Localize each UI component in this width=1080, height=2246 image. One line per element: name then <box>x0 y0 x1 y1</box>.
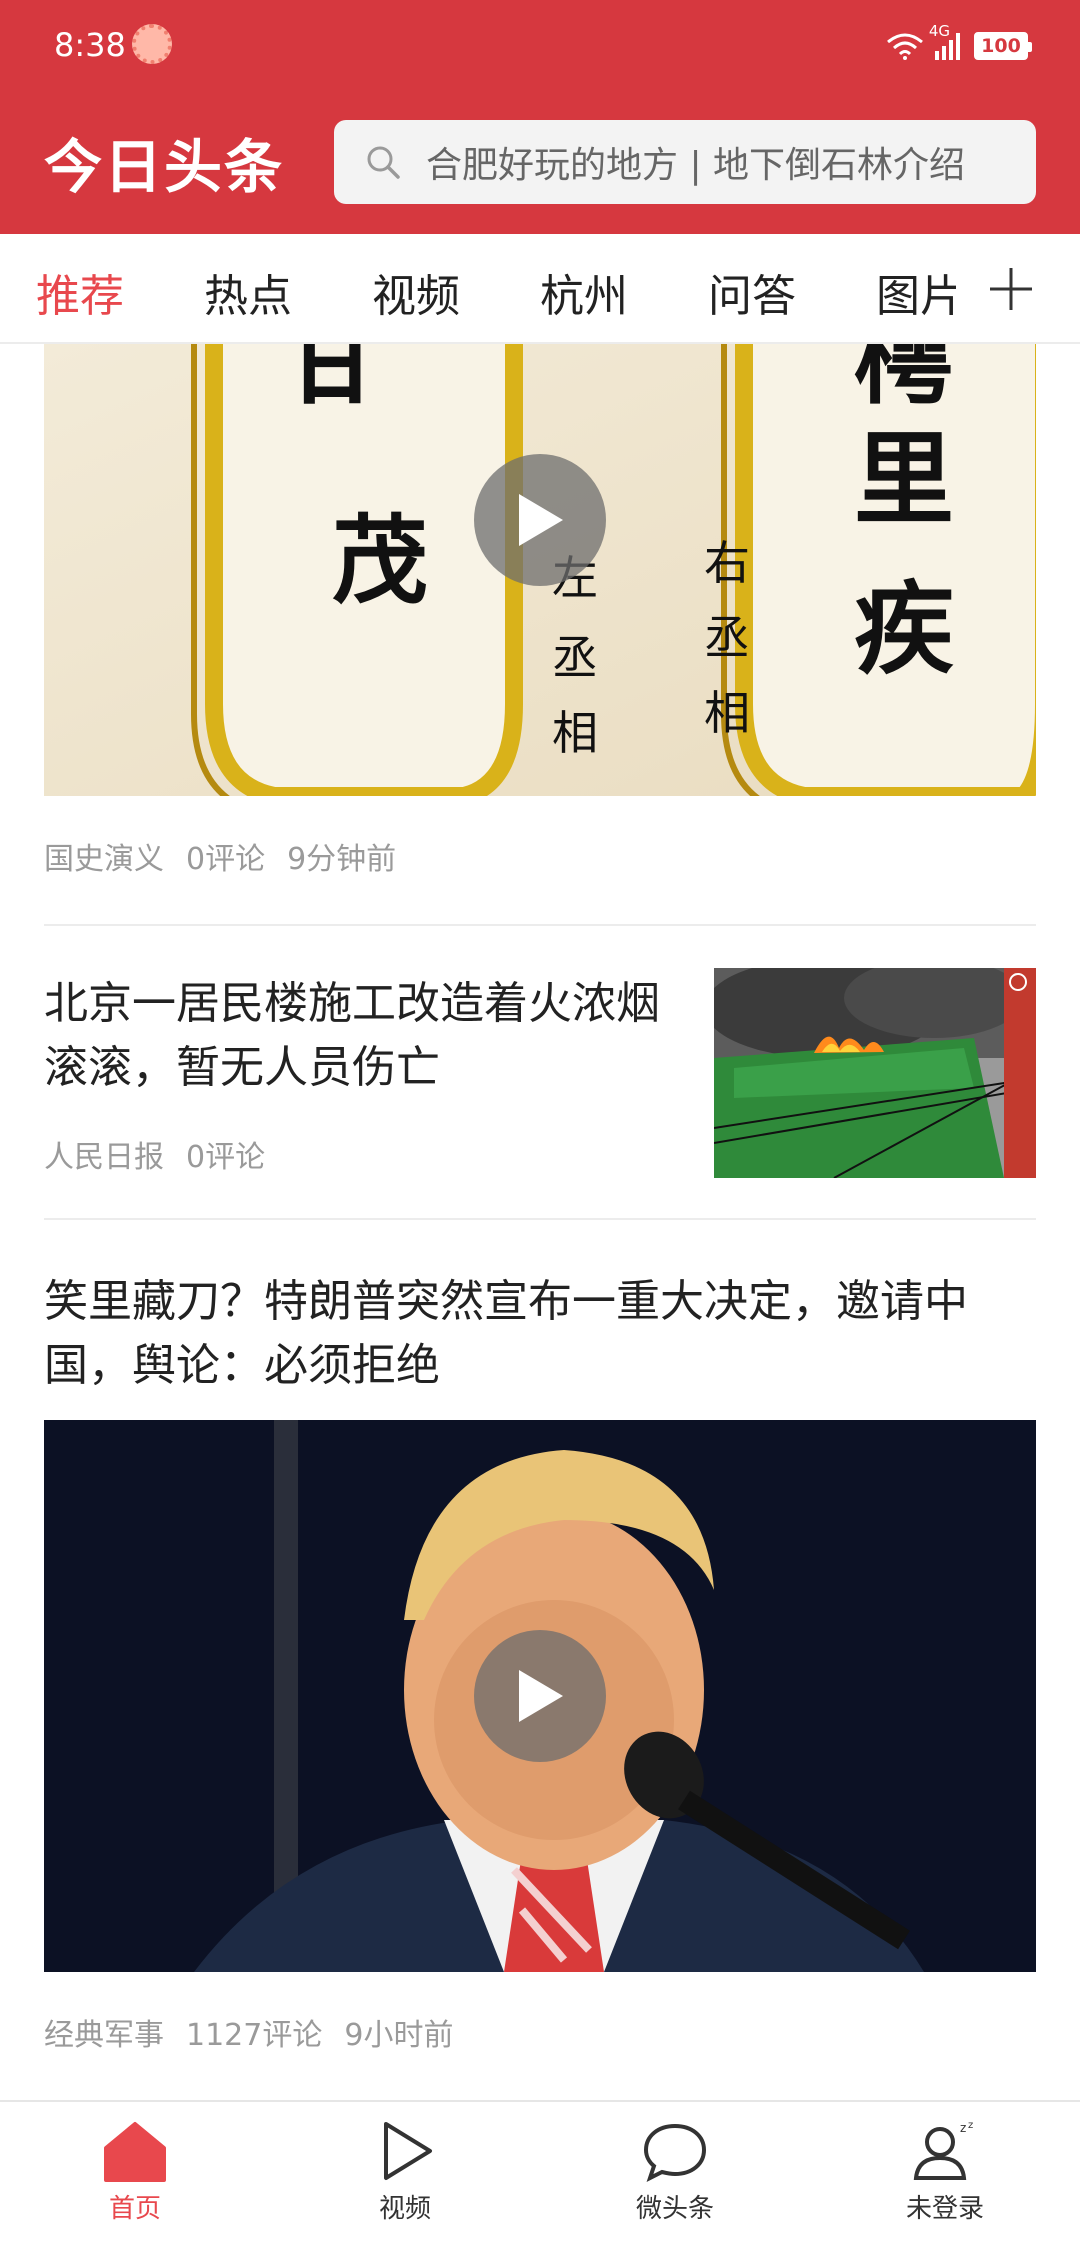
nav-video[interactable]: 视频 <box>335 2116 475 2244</box>
signal-icon <box>935 33 960 60</box>
video-thumbnail-trump[interactable] <box>44 1420 1036 1972</box>
chat-bubble-icon <box>643 2123 707 2182</box>
item2-comments: 0评论 <box>186 1140 266 1175</box>
item1-comments: 0评论 <box>186 842 266 877</box>
tab-video[interactable]: 视频 <box>372 260 460 324</box>
plaque-char: 樗 <box>854 344 954 418</box>
battery-icon: 100 <box>974 32 1032 60</box>
plaque-char: 里 <box>854 420 954 538</box>
plaque-char: 茂 <box>332 504 428 617</box>
search-placeholder: 合肥好玩的地方 | 地下倒石林介绍 <box>426 145 966 186</box>
tab-pictures[interactable]: 图片 <box>876 260 956 324</box>
wifi-icon <box>887 33 923 60</box>
plaque-char: 甘 <box>282 344 382 418</box>
play-icon <box>519 1670 563 1722</box>
app-logo: 今日头条 <box>44 133 285 201</box>
tab-hangzhou[interactable]: 杭州 <box>540 260 628 324</box>
bottom-nav: 首页 视频 微头条 z z 未登录 <box>0 2100 1080 2246</box>
user-sleep-icon: z z <box>913 2120 973 2180</box>
item1-meta: 国史演义 0评论 9分钟前 <box>44 834 418 878</box>
plaque-char: 相 <box>704 686 750 740</box>
nav-profile-label: 未登录 <box>905 2194 984 2224</box>
tab-hot[interactable]: 热点 <box>204 260 292 324</box>
item3-time: 9小时前 <box>344 2018 454 2053</box>
search-bar[interactable]: 合肥好玩的地方 | 地下倒石林介绍 <box>334 120 1036 204</box>
channel-tabs: 推荐 热点 视频 杭州 问答 图片 <box>0 234 1080 344</box>
item2-title[interactable]: 北京一居民楼施工改造着火浓烟滚滚，暂无人员伤亡 <box>44 972 674 1100</box>
nav-home[interactable]: 首页 <box>65 2116 205 2244</box>
loading-indicator-icon <box>132 24 172 64</box>
item2-meta: 人民日报 0评论 <box>44 1132 287 1176</box>
play-outline-icon <box>384 2122 432 2180</box>
app-header: 8:38 4G 100 今日头条 合肥好玩的地方 | 地下倒石林介绍 <box>0 0 1080 234</box>
divider <box>44 924 1036 926</box>
plaque-char: 右 <box>704 536 750 590</box>
item3-title[interactable]: 笑里藏刀？特朗普突然宣布一重大决定，邀请中国，舆论：必须拒绝 <box>44 1270 1036 1398</box>
tab-recommend[interactable]: 推荐 <box>36 260 124 324</box>
search-icon <box>367 146 400 179</box>
divider <box>44 1218 1036 1220</box>
tab-pictures-clip: 图片 <box>876 254 956 324</box>
play-button[interactable] <box>474 1630 606 1762</box>
svg-text:z: z <box>960 2121 966 2135</box>
nav-micro-label: 微头条 <box>635 2194 714 2224</box>
nav-home-label: 首页 <box>108 2194 161 2224</box>
nav-video-label: 视频 <box>378 2194 431 2224</box>
fire-building-image <box>714 968 1036 1178</box>
item1-time: 9分钟前 <box>287 842 397 877</box>
tab-qa[interactable]: 问答 <box>708 260 796 324</box>
plaque-char: 相 <box>552 706 598 760</box>
svg-text:z: z <box>968 2120 973 2131</box>
item1-source[interactable]: 国史演义 <box>44 842 164 877</box>
play-icon <box>519 494 563 546</box>
nav-micro[interactable]: 微头条 <box>605 2116 745 2244</box>
plaque-char: 疾 <box>854 570 954 688</box>
home-icon <box>104 2122 166 2182</box>
item3-meta: 经典军事 1127评论 9小时前 <box>44 2010 475 2054</box>
plaque-char: 丞 <box>704 611 750 665</box>
plaque-char: 丞 <box>552 631 598 685</box>
nav-profile[interactable]: z z 未登录 <box>875 2116 1015 2244</box>
video-thumbnail-history[interactable]: 甘 茂 左 丞 相 樗 里 疾 右 丞 相 <box>44 344 1036 796</box>
item3-source[interactable]: 经典军事 <box>44 2018 164 2053</box>
play-button[interactable] <box>474 454 606 586</box>
item3-comments: 1127评论 <box>186 2018 323 2053</box>
item2-source[interactable]: 人民日报 <box>44 1140 164 1175</box>
item2-thumbnail[interactable] <box>714 968 1036 1178</box>
status-time: 8:38 <box>54 26 126 64</box>
add-channel-icon[interactable] <box>986 264 1036 314</box>
status-icons: 100 <box>886 26 1032 66</box>
